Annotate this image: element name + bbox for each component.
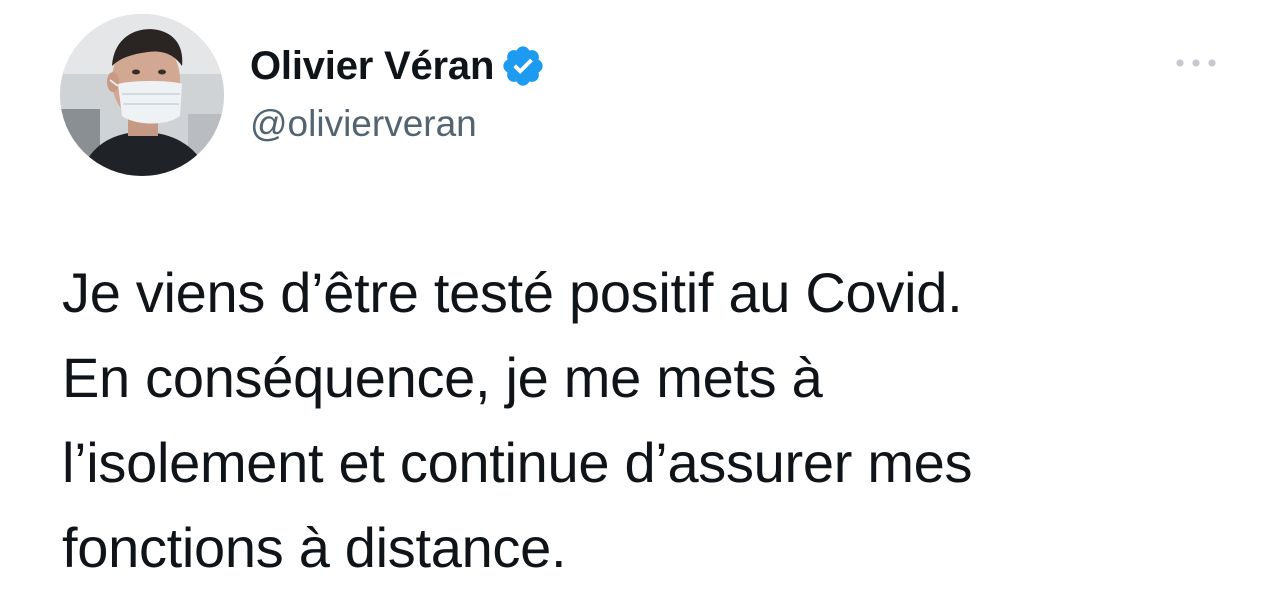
verified-badge-icon [500,43,546,89]
author-name-row[interactable]: Olivier Véran [250,38,546,94]
tweet-text-line: En conséquence, je me mets à [62,346,823,409]
tweet-text-line: Je viens d’être testé positif au Covid. [62,261,963,324]
tweet-text: Je viens d’être testé positif au Covid. … [62,250,1242,590]
more-horizontal-icon [1176,59,1216,67]
tweet-card: Olivier Véran @olivierveran Je viens d’ê… [0,0,1284,603]
tweet-text-line: l’isolement et continue d’assurer mes [62,431,973,494]
more-options-button[interactable] [1170,48,1222,78]
avatar-image [60,14,224,176]
tweet-text-line: fonctions à distance. [62,516,567,579]
author-handle[interactable]: @olivierveran [250,100,477,148]
avatar[interactable] [60,14,224,176]
author-display-name: Olivier Véran [250,44,495,88]
